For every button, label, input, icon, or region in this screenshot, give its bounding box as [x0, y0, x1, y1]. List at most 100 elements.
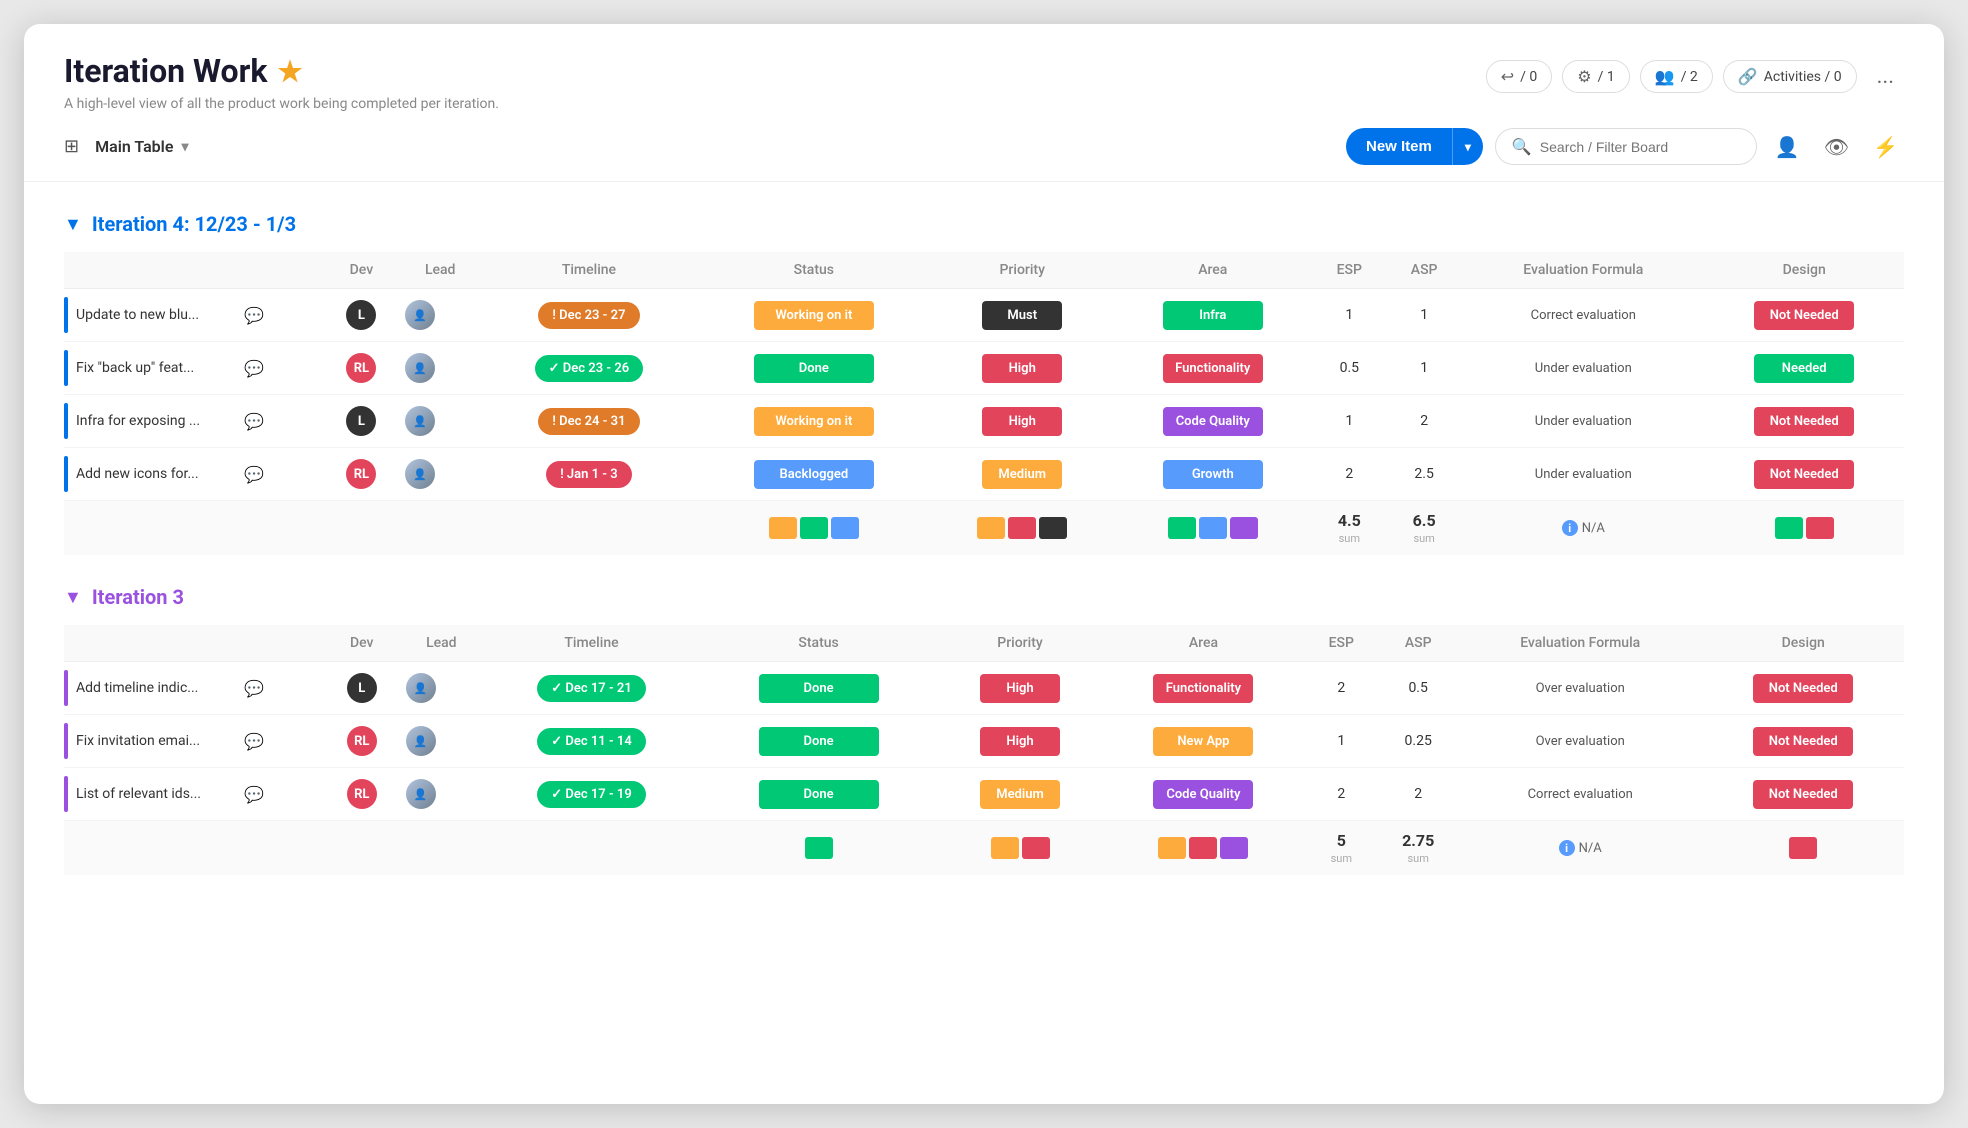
dev-cell: L	[324, 289, 399, 342]
col-esp: ESP	[1313, 252, 1387, 289]
comment-icon[interactable]: 💬	[244, 412, 264, 431]
sum-asp: 2.75 sum	[1378, 821, 1457, 876]
iteration3-section: ▼ Iteration 3 Dev Lead Timeline Status P…	[64, 585, 1904, 875]
comments-badge[interactable]: ↩ / 0	[1486, 60, 1553, 93]
lead-avatar: 👤	[406, 726, 436, 756]
iteration3-header: ▼ Iteration 3	[64, 585, 1904, 609]
timeline-badge: ✓ Dec 17 - 19	[537, 781, 646, 808]
timeline-cell: ! Dec 24 - 31	[482, 395, 697, 448]
eval-cell: Under evaluation	[1462, 448, 1704, 501]
eval-cell: Correct evaluation	[1462, 289, 1704, 342]
priority-badge: High	[980, 727, 1060, 756]
table-row[interactable]: List of relevant ids... 💬 RL 👤 ✓ Dec 17 …	[64, 768, 1904, 821]
lead-cell: 👤	[400, 662, 484, 715]
comment-icon[interactable]: 💬	[244, 465, 264, 484]
iteration4-toggle[interactable]: ▼	[64, 214, 82, 235]
members-count: / 2	[1681, 69, 1698, 85]
toolbar-left: ⊞ Main Table ▾	[64, 133, 196, 160]
lead-avatar: 👤	[405, 459, 435, 489]
col-status: Status	[696, 252, 931, 289]
na-text: N/A	[1579, 841, 1602, 856]
col-priority: Priority	[931, 252, 1113, 289]
priority-badge: High	[982, 354, 1062, 383]
info-icon: i	[1562, 520, 1578, 536]
more-menu-button[interactable]: ...	[1867, 58, 1904, 95]
iteration4-section: ▼ Iteration 4: 12/23 - 1/3 Dev Lead Time…	[64, 212, 1904, 555]
sum-design	[1704, 501, 1904, 556]
activities-badge[interactable]: 🔗 Activities / 0	[1723, 60, 1857, 93]
iteration4-table: Dev Lead Timeline Status Priority Area E…	[64, 252, 1904, 555]
table-row[interactable]: Add timeline indic... 💬 L 👤 ✓ Dec 17 - 2…	[64, 662, 1904, 715]
item-name: Add timeline indic...	[76, 680, 236, 696]
comment-icon[interactable]: 💬	[244, 359, 264, 378]
search-filter-wrap[interactable]: 🔍	[1495, 128, 1757, 165]
search-input[interactable]	[1540, 139, 1740, 155]
iteration4-title: Iteration 4: 12/23 - 1/3	[92, 212, 296, 236]
lead-avatar: 👤	[406, 779, 436, 809]
sum-asp: 6.5 sum	[1386, 501, 1462, 556]
header: Iteration Work ★ A high-level view of al…	[24, 24, 1944, 112]
comment-icon[interactable]: 💬	[244, 732, 264, 751]
priority-cell: High	[931, 342, 1113, 395]
iteration3-title: Iteration 3	[92, 585, 184, 609]
main-table-button[interactable]: Main Table ▾	[87, 133, 196, 160]
dev-cell: RL	[324, 715, 400, 768]
col-area: Area	[1113, 252, 1312, 289]
timeline-badge: ! Jan 1 - 3	[546, 461, 632, 488]
comment-icon[interactable]: 💬	[244, 785, 264, 804]
row-color-bar	[64, 350, 68, 386]
toolbar-right: New Item ▾ 🔍 👤 👁 ⚡	[1346, 128, 1904, 165]
asp-cell: 0.5	[1378, 662, 1457, 715]
members-badge[interactable]: 👥 / 2	[1640, 60, 1713, 93]
asp-cell: 2	[1386, 395, 1462, 448]
esp-cell: 2	[1304, 662, 1378, 715]
table-row[interactable]: Fix "back up" feat... 💬 RL 👤 ✓ Dec 23 - …	[64, 342, 1904, 395]
avatar: RL	[346, 353, 376, 383]
sum-esp: 4.5 sum	[1313, 501, 1387, 556]
row-color-bar	[64, 670, 68, 706]
table-row[interactable]: Fix invitation emai... 💬 RL 👤 ✓ Dec 11 -…	[64, 715, 1904, 768]
eval-cell: Correct evaluation	[1458, 768, 1703, 821]
iteration4-columns: Dev Lead Timeline Status Priority Area E…	[64, 252, 1904, 289]
sum-lead	[399, 501, 482, 556]
timeline-badge: ✓ Dec 11 - 14	[537, 728, 646, 755]
asp-cell: 1	[1386, 342, 1462, 395]
iteration3-toggle[interactable]: ▼	[64, 587, 82, 608]
priority-cell: Must	[931, 289, 1113, 342]
table-row[interactable]: Add new icons for... 💬 RL 👤 ! Jan 1 - 3 …	[64, 448, 1904, 501]
filter-icon[interactable]: ⚡	[1867, 129, 1904, 165]
user-icon[interactable]: 👤	[1769, 129, 1806, 165]
row-color-bar	[64, 456, 68, 492]
priority-cell: Medium	[937, 768, 1102, 821]
design-badge: Not Needed	[1753, 780, 1853, 809]
esp-cell: 1	[1313, 395, 1387, 448]
priority-cell: High	[937, 715, 1102, 768]
design-badge: Not Needed	[1753, 727, 1853, 756]
comment-icon[interactable]: 💬	[244, 679, 264, 698]
avatar: L	[346, 300, 376, 330]
table-row[interactable]: Infra for exposing ... 💬 L 👤 ! Dec 24 - …	[64, 395, 1904, 448]
area-badge: Code Quality	[1153, 780, 1253, 809]
design-cell: Not Needed	[1703, 662, 1904, 715]
status-cell: Done	[700, 715, 937, 768]
design-badge: Not Needed	[1754, 460, 1854, 489]
esp-cell: 1	[1304, 715, 1378, 768]
col-eval: Evaluation Formula	[1462, 252, 1704, 289]
comment-icon[interactable]: 💬	[244, 306, 264, 325]
dev-cell: RL	[324, 448, 399, 501]
comments-count: / 0	[1520, 69, 1537, 85]
eye-slash-icon[interactable]: 👁	[1818, 129, 1855, 165]
app-container: Iteration Work ★ A high-level view of al…	[24, 24, 1944, 1104]
eval-cell: Under evaluation	[1462, 395, 1704, 448]
links-badge[interactable]: ⚙ / 1	[1562, 60, 1629, 93]
iteration4-header: ▼ Iteration 4: 12/23 - 1/3	[64, 212, 1904, 236]
lead-cell: 👤	[399, 395, 482, 448]
new-item-button[interactable]: New Item ▾	[1346, 128, 1483, 165]
star-icon[interactable]: ★	[277, 55, 302, 88]
priority-cell: Medium	[931, 448, 1113, 501]
timeline-cell: ✓ Dec 11 - 14	[483, 715, 700, 768]
design-cell: Needed	[1704, 342, 1904, 395]
table-row[interactable]: Update to new blu... 💬 L 👤 ! Dec 23 - 27…	[64, 289, 1904, 342]
item-name: Fix "back up" feat...	[76, 360, 236, 376]
col-item	[64, 625, 324, 662]
